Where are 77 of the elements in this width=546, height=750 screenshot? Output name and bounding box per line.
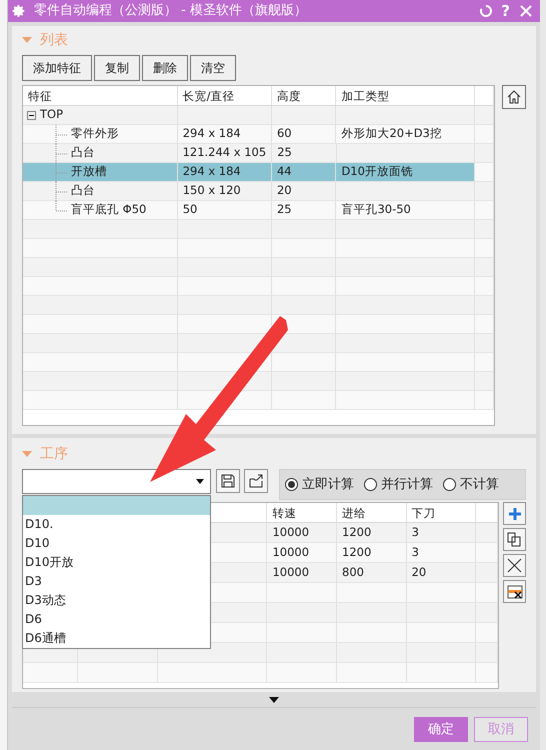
tree-item-label: TOP	[40, 106, 64, 124]
clear-table-button[interactable]	[503, 580, 526, 603]
column-header: 长宽/直径	[178, 86, 272, 105]
table-delete-icon	[506, 584, 522, 600]
table-row[interactable]: 凸台 121.244 x 105 25	[23, 144, 494, 163]
add-button[interactable]	[503, 502, 526, 525]
section-title: 列表	[40, 30, 68, 50]
tree-item-label: 开放槽	[71, 163, 107, 180]
table-cell-text: 20	[276, 182, 293, 200]
toolbar-button[interactable]: 清空	[190, 55, 236, 81]
table-cell-text: 121.244 x 105	[182, 144, 268, 162]
table-cell-text: 25	[276, 201, 293, 218]
toolbar-button[interactable]: 删除	[142, 55, 188, 81]
column-header: 转速	[267, 503, 337, 522]
delete-button[interactable]	[503, 554, 526, 577]
dropdown-field[interactable]	[22, 469, 211, 494]
radio-button[interactable]	[285, 478, 298, 491]
save-button[interactable]	[216, 469, 240, 493]
table-cell-text: 800	[341, 564, 365, 581]
expand-down-icon[interactable]	[269, 696, 279, 702]
table-cell-text: 150 x 120	[182, 182, 242, 200]
table-cell-text: 盲平孔30-50	[340, 201, 412, 218]
dropdown-caret-icon	[196, 479, 204, 484]
tree-item-label: 凸台	[71, 144, 95, 162]
column-header: 下刀	[406, 503, 476, 522]
export-button[interactable]	[244, 469, 268, 493]
close-icon[interactable]	[520, 5, 532, 17]
window-title: 零件自动编程（公测版） - 模圣软件（旗舰版）	[34, 2, 307, 20]
table-cell-text: 294 x 184	[182, 125, 242, 142]
tree-item-label: 零件外形	[71, 125, 119, 142]
folder-export-icon	[248, 473, 264, 489]
table-cell-text: 10000	[271, 524, 310, 541]
radio-label: 不计算	[460, 476, 499, 494]
radio-button[interactable]	[364, 478, 377, 491]
tree-item-label: 盲平底孔 Φ50	[71, 201, 146, 218]
table-cell-text: 50	[182, 201, 198, 218]
table-cell-text: 25	[276, 144, 293, 162]
table-row[interactable]: 凸台 150 x 120 20	[23, 182, 494, 201]
table-cell-text: 3	[410, 524, 420, 541]
copy-button[interactable]	[503, 528, 526, 551]
plus-icon	[508, 508, 520, 520]
table-cell-text: 44	[276, 163, 293, 180]
column-header: 进给	[336, 503, 407, 522]
table-cell-text: 60	[276, 125, 293, 142]
collapse-icon[interactable]	[27, 110, 36, 120]
table-cell-text: 3	[410, 544, 420, 561]
table-row[interactable]: TOP	[23, 106, 494, 125]
copy-icon	[507, 532, 522, 547]
table-cell-text: 10000	[271, 564, 310, 581]
cross-icon	[507, 558, 522, 573]
radio-label: 立即计算	[302, 476, 354, 494]
column-header: 加工类型	[336, 86, 476, 105]
table-cell-text: 20	[410, 564, 428, 581]
home-button[interactable]	[502, 85, 526, 109]
column-header: 高度	[272, 86, 336, 105]
table-cell-text: D10开放面铣	[340, 163, 414, 180]
tree-line-icon	[55, 163, 67, 182]
gear-icon	[12, 4, 26, 18]
tree-item-label: 凸台	[71, 182, 95, 200]
table-row[interactable]: 盲平底孔 Φ50 50 25 盲平孔30-50	[23, 201, 494, 220]
table-cell-text: 1200	[341, 524, 372, 541]
table-cell-text: 294 x 184	[182, 163, 242, 180]
table-cell-text: 外形加大20+D3挖	[340, 125, 443, 142]
radio-button[interactable]	[443, 478, 456, 491]
table-cell-text: 10000	[271, 544, 310, 561]
tree-line-icon	[55, 144, 67, 163]
section-title: 工序	[40, 444, 68, 464]
table-row[interactable]: 零件外形 294 x 184 60 外形加大20+D3挖	[23, 125, 494, 144]
table-cell-text: 1200	[341, 544, 372, 561]
home-icon	[506, 89, 522, 105]
column-header: 特征	[23, 86, 178, 105]
tree-line-icon	[55, 125, 67, 144]
refresh-icon[interactable]	[479, 4, 494, 18]
toolbar-button[interactable]: 添加特征	[22, 55, 92, 81]
radio-label: 并行计算	[381, 476, 433, 494]
toolbar-button[interactable]: 复制	[94, 55, 140, 81]
table-row[interactable]: 开放槽 294 x 184 44 D10开放面铣	[23, 163, 494, 182]
